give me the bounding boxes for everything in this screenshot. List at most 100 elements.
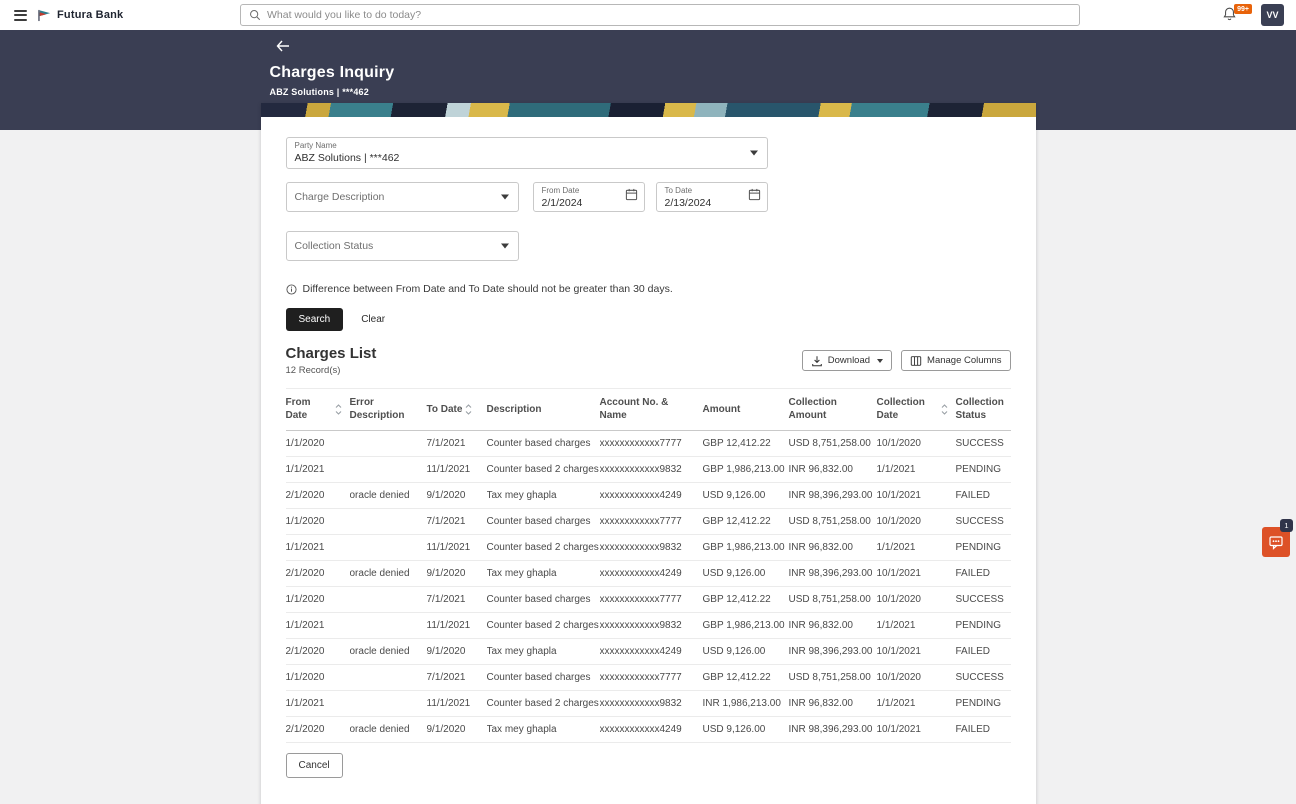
table-row: 1/1/2020 7/1/2021 Counter based charges xxx…: [285, 508, 1011, 535]
table-cell: xxxxxxxxxxxx7777: [599, 586, 703, 613]
table-cell: Counter based 2 charges: [486, 612, 600, 639]
content-area: Party Name ABZ Solutions | ***462 Charge…: [0, 103, 1296, 804]
table-cell: 10/1/2020: [876, 664, 956, 691]
collection-status-select[interactable]: Collection Status: [285, 231, 519, 261]
table-cell: [349, 664, 427, 691]
table-cell: PENDING: [955, 456, 1011, 483]
charges-table: From Date Error Description To Date Desc…: [285, 388, 1011, 743]
table-cell: PENDING: [955, 612, 1011, 639]
back-button[interactable]: [276, 40, 290, 56]
charge-description-select[interactable]: Charge Description: [285, 182, 519, 212]
table-cell: xxxxxxxxxxxx9832: [599, 456, 703, 483]
party-name-label: Party Name: [294, 141, 337, 150]
table-cell: xxxxxxxxxxxx7777: [599, 508, 703, 535]
table-row: 1/1/2020 7/1/2021 Counter based charges xxx…: [285, 586, 1011, 613]
table-cell: 9/1/2020: [426, 560, 487, 587]
manage-columns-label: Manage Columns: [927, 355, 1002, 366]
column-header-error-description: Error Description: [349, 388, 427, 431]
from-date-field[interactable]: From Date 2/1/2024: [532, 182, 645, 212]
table-cell: INR 96,832.00: [788, 612, 877, 639]
charges-table-head-row: From Date Error Description To Date Desc…: [285, 388, 1011, 431]
table-cell: 9/1/2020: [426, 716, 487, 743]
table-cell: xxxxxxxxxxxx4249: [599, 560, 703, 587]
column-header-from-date[interactable]: From Date: [285, 388, 350, 431]
table-cell: INR 98,396,293.00: [788, 716, 877, 743]
table-cell: USD 8,751,258.00: [788, 508, 877, 535]
table-cell: 7/1/2021: [426, 664, 487, 691]
table-cell: INR 1,986,213.00: [702, 690, 789, 717]
calendar-icon[interactable]: [625, 188, 638, 206]
global-search[interactable]: [240, 4, 1080, 26]
table-cell: INR 96,832.00: [788, 690, 877, 717]
brand[interactable]: Futura Bank: [37, 8, 123, 23]
column-header-collection-status: Collection Status: [955, 388, 1011, 431]
topbar-right: 99+ VV: [1222, 4, 1286, 26]
hamburger-menu-icon[interactable]: [14, 7, 27, 23]
table-cell: 1/1/2021: [876, 456, 956, 483]
charges-inquiry-card: Party Name ABZ Solutions | ***462 Charge…: [260, 103, 1036, 804]
table-cell: USD 8,751,258.00: [788, 664, 877, 691]
table-cell: [349, 430, 427, 457]
table-cell: 9/1/2020: [426, 638, 487, 665]
manage-columns-button[interactable]: Manage Columns: [901, 350, 1011, 371]
column-header-to-date[interactable]: To Date: [426, 388, 487, 431]
table-cell: 1/1/2020: [285, 508, 350, 535]
table-cell: [349, 508, 427, 535]
table-row: 1/1/2020 7/1/2021 Counter based charges xxx…: [285, 430, 1011, 457]
table-cell: 7/1/2021: [426, 430, 487, 457]
table-cell: [349, 690, 427, 717]
table-cell: GBP 12,412.22: [702, 586, 789, 613]
table-cell: 1/1/2021: [876, 690, 956, 717]
table-cell: Counter based 2 charges: [486, 534, 600, 561]
sort-icon[interactable]: [335, 403, 342, 415]
table-cell: Counter based 2 charges: [486, 690, 600, 717]
party-name-select[interactable]: Party Name ABZ Solutions | ***462: [285, 137, 768, 169]
table-cell: xxxxxxxxxxxx4249: [599, 716, 703, 743]
avatar[interactable]: VV: [1261, 4, 1284, 26]
table-cell: 1/1/2020: [285, 664, 350, 691]
table-cell: 11/1/2021: [426, 534, 487, 561]
charges-list-heading: Charges List 12 Record(s): [286, 345, 377, 376]
table-row: 2/1/2020 oracle denied 9/1/2020 Tax mey gha…: [285, 638, 1011, 665]
chat-widget[interactable]: 1: [1262, 519, 1293, 557]
charge-description-placeholder: Charge Description: [294, 191, 385, 203]
column-header-amount: Amount: [702, 388, 789, 431]
table-row: 2/1/2020 oracle denied 9/1/2020 Tax mey gha…: [285, 716, 1011, 743]
to-date-field[interactable]: To Date 2/13/2024: [655, 182, 768, 212]
table-cell: FAILED: [955, 638, 1011, 665]
clear-button[interactable]: Clear: [361, 314, 385, 325]
calendar-icon[interactable]: [748, 188, 761, 206]
table-cell: [349, 612, 427, 639]
date-range-note: Difference between From Date and To Date…: [285, 283, 1011, 295]
brand-name: Futura Bank: [57, 9, 124, 21]
sort-icon[interactable]: [941, 403, 948, 415]
table-cell: Tax mey ghapla: [486, 638, 600, 665]
table-row: 1/1/2021 11/1/2021 Counter based 2 charges…: [285, 612, 1011, 639]
search-input[interactable]: [267, 9, 1071, 21]
table-cell: Counter based charges: [486, 586, 600, 613]
table-cell: 2/1/2020: [285, 638, 350, 665]
notifications-button[interactable]: 99+: [1222, 4, 1252, 22]
search-button[interactable]: Search: [285, 308, 344, 331]
table-cell: SUCCESS: [955, 586, 1011, 613]
download-button[interactable]: Download: [801, 350, 893, 371]
table-cell: USD 8,751,258.00: [788, 586, 877, 613]
table-cell: FAILED: [955, 716, 1011, 743]
table-row: 1/1/2021 11/1/2021 Counter based 2 charges…: [285, 456, 1011, 483]
table-cell: 1/1/2020: [285, 586, 350, 613]
sort-icon[interactable]: [465, 403, 472, 415]
table-cell: 9/1/2020: [426, 482, 487, 509]
table-cell: SUCCESS: [955, 664, 1011, 691]
table-cell: SUCCESS: [955, 430, 1011, 457]
table-cell: Counter based charges: [486, 430, 600, 457]
table-cell: xxxxxxxxxxxx7777: [599, 430, 703, 457]
table-cell: GBP 12,412.22: [702, 664, 789, 691]
column-header-collection-date[interactable]: Collection Date: [876, 388, 956, 431]
table-cell: xxxxxxxxxxxx4249: [599, 482, 703, 509]
table-cell: Tax mey ghapla: [486, 716, 600, 743]
table-row: 2/1/2020 oracle denied 9/1/2020 Tax mey gha…: [285, 482, 1011, 509]
collection-status-placeholder: Collection Status: [294, 240, 374, 252]
download-icon: [811, 355, 822, 366]
table-cell: 7/1/2021: [426, 586, 487, 613]
cancel-button[interactable]: Cancel: [285, 753, 343, 778]
